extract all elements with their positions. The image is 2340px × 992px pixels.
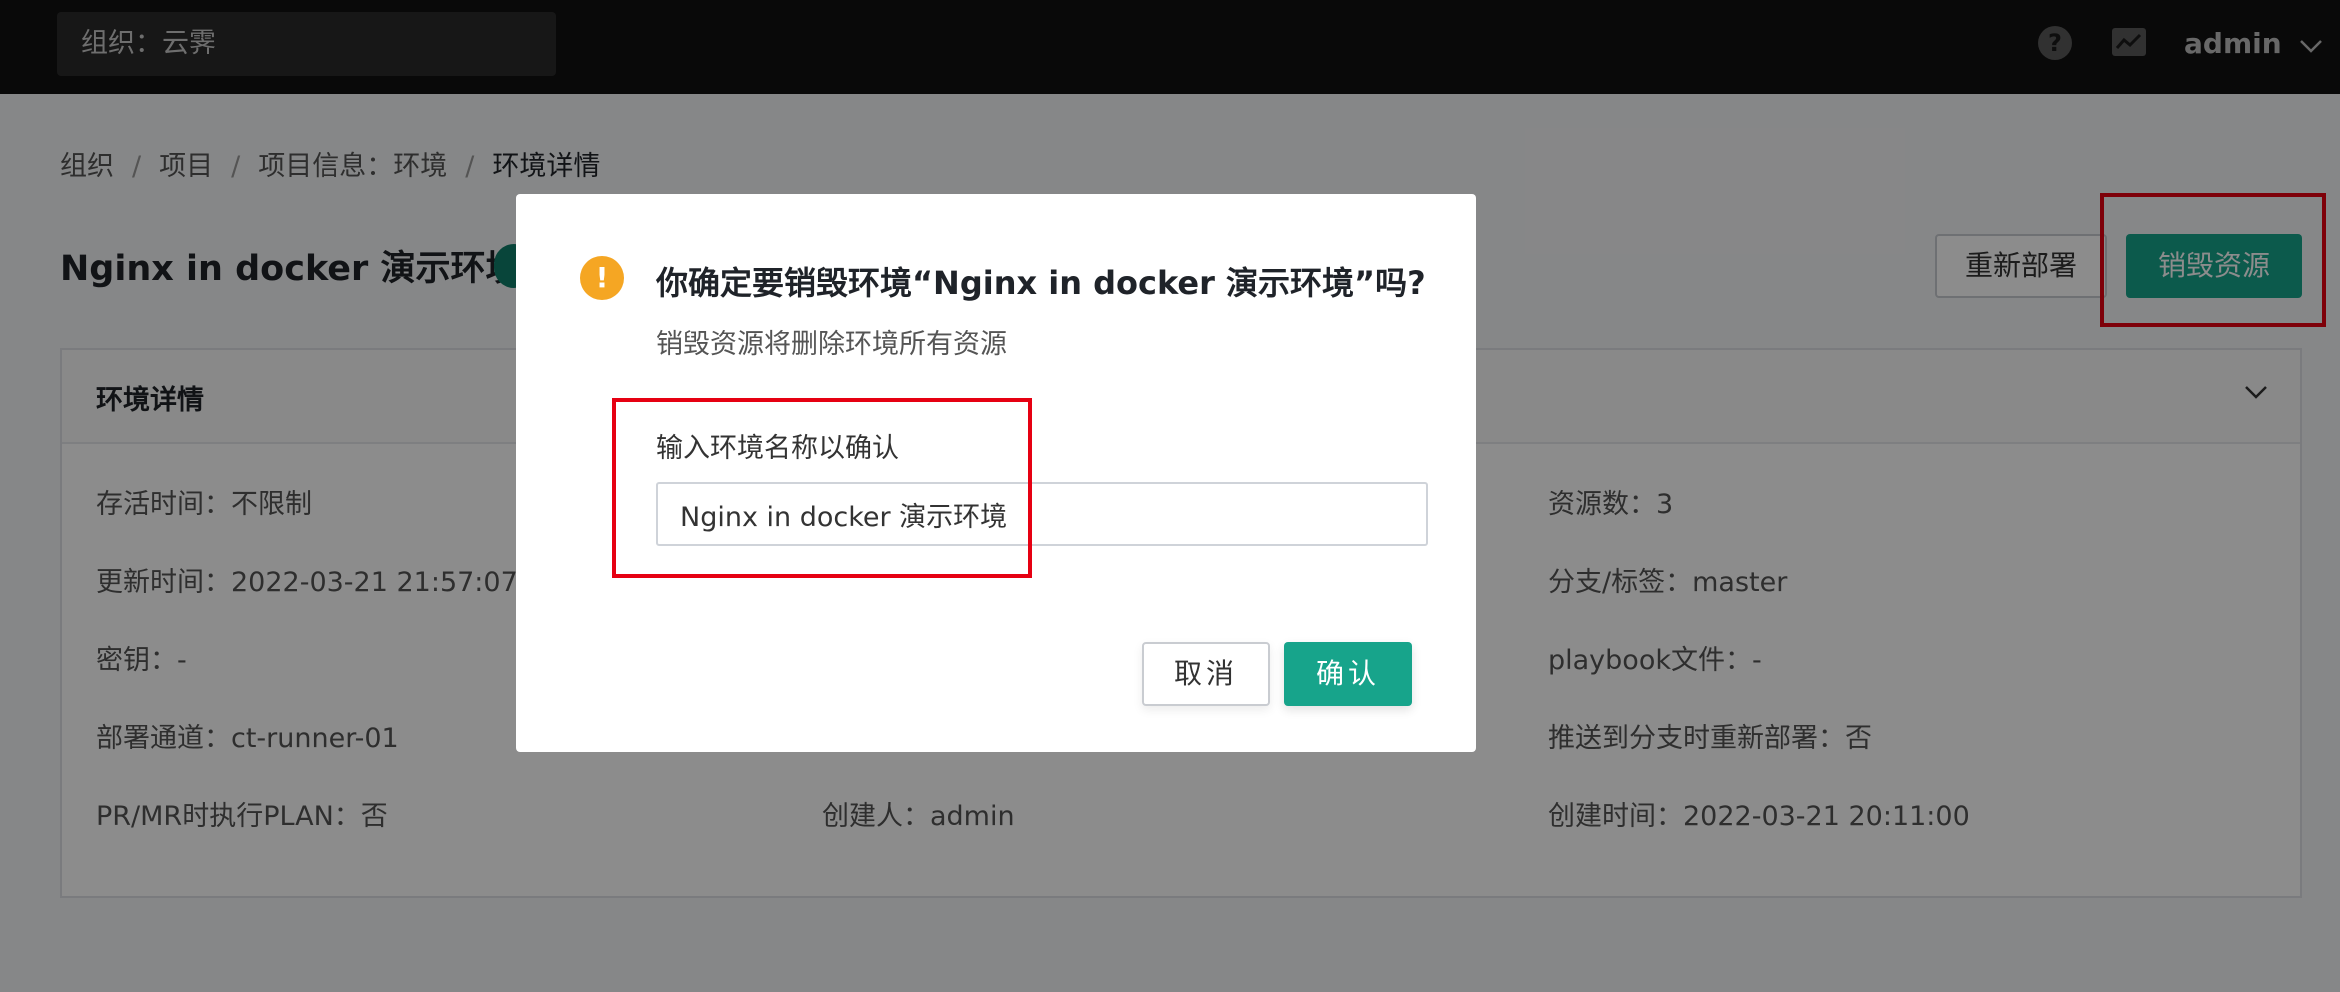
dialog-title: 你确定要销毁环境“Nginx in docker 演示环境”吗? [656,264,1426,302]
warning-icon: ! [580,256,624,300]
highlight-box-input [612,398,1032,578]
confirm-button[interactable]: 确认 [1284,642,1412,706]
cancel-button[interactable]: 取消 [1142,642,1270,706]
dialog-description: 销毁资源将删除环境所有资源 [656,329,1007,360]
confirm-destroy-dialog: ! 你确定要销毁环境“Nginx in docker 演示环境”吗? 销毁资源将… [516,194,1476,752]
